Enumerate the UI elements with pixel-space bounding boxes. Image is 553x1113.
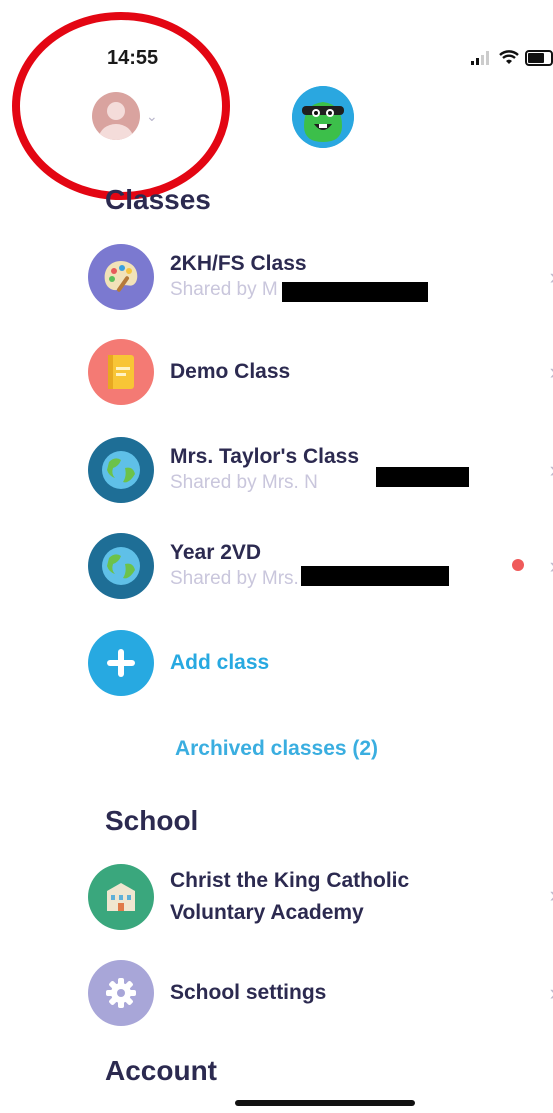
class-name: Year 2VD bbox=[170, 541, 262, 564]
classes-heading: Classes bbox=[105, 184, 211, 215]
wifi-icon bbox=[499, 50, 519, 64]
notification-dot bbox=[512, 559, 524, 571]
plus-icon bbox=[88, 630, 154, 696]
battery-icon bbox=[525, 50, 553, 66]
school-name-line2: Voluntary Academy bbox=[170, 901, 364, 924]
account-heading: Account bbox=[105, 1055, 217, 1086]
school-row[interactable]: Christ the King Catholic Voluntary Acade… bbox=[88, 862, 553, 932]
school-name-line1: Christ the King Catholic bbox=[170, 869, 410, 892]
globe-icon bbox=[88, 533, 154, 599]
redaction-bar bbox=[376, 467, 469, 487]
gear-icon bbox=[88, 960, 154, 1026]
class-shared-by: Shared by Mrs. N bbox=[170, 472, 318, 493]
class-name: 2KH/FS Class bbox=[170, 252, 307, 275]
class-row-year-2vd[interactable]: Year 2VD Shared by Mrs. › bbox=[88, 533, 553, 599]
archived-classes-link[interactable]: Archived classes (2) bbox=[0, 737, 553, 761]
status-icons bbox=[471, 50, 553, 66]
notebook-icon bbox=[88, 339, 154, 405]
redaction-bar bbox=[301, 566, 449, 586]
classdojo-monster-icon[interactable] bbox=[292, 86, 354, 148]
class-row-mrs-taylor[interactable]: Mrs. Taylor's Class Shared by Mrs. N › bbox=[88, 437, 553, 503]
school-building-icon bbox=[88, 864, 154, 930]
add-class-label: Add class bbox=[170, 651, 270, 674]
annotation-circle bbox=[12, 12, 230, 200]
home-indicator[interactable] bbox=[235, 1100, 415, 1106]
school-settings-row[interactable]: School settings › bbox=[88, 960, 553, 1026]
globe-icon bbox=[88, 437, 154, 503]
class-row-demo[interactable]: Demo Class › bbox=[88, 339, 553, 405]
signal-icon bbox=[471, 51, 489, 65]
class-row-2khfs[interactable]: 2KH/FS Class Shared by M › bbox=[88, 244, 553, 310]
redaction-bar bbox=[282, 282, 428, 302]
class-name: Mrs. Taylor's Class bbox=[170, 445, 360, 468]
school-settings-label: School settings bbox=[170, 981, 327, 1004]
add-class-button[interactable]: Add class bbox=[88, 630, 553, 696]
school-heading: School bbox=[105, 805, 199, 836]
palette-icon bbox=[88, 244, 154, 310]
class-name: Demo Class bbox=[170, 360, 291, 383]
